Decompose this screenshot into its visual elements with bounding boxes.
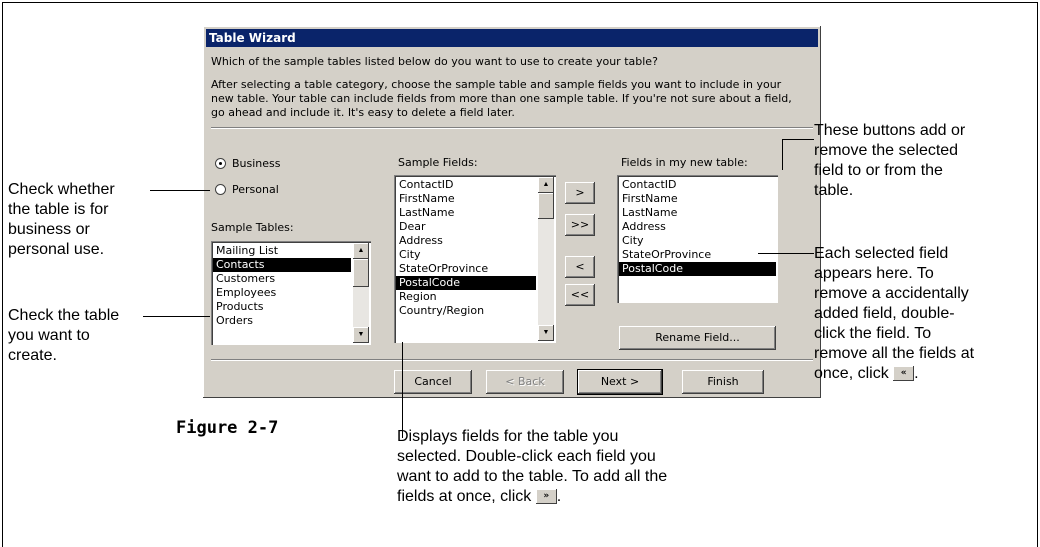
list-item[interactable]: Country/Region (396, 304, 536, 318)
annotation-line: click the field. To (814, 325, 932, 342)
annotation-text: fields at once, click (397, 488, 532, 505)
figure-label: Figure 2-7 (176, 418, 279, 438)
annotation-line: want to add to the table. To add all the (397, 468, 668, 485)
scroll-up-icon[interactable]: ▲ (353, 243, 369, 259)
list-item[interactable]: ContactID (396, 178, 536, 192)
annotation-line: field to or from the (814, 162, 943, 179)
annotation-buttons: These buttons add or remove the selected… (814, 121, 965, 201)
annotation-line: create. (8, 347, 57, 364)
list-item[interactable]: Region (396, 290, 536, 304)
wizard-description: After selecting a table category, choose… (211, 78, 792, 119)
remove-field-button[interactable]: < (565, 256, 595, 278)
remove-all-icon: « (893, 366, 915, 382)
list-item[interactable]: City (619, 234, 776, 248)
list-item[interactable]: LastName (619, 206, 776, 220)
annotation-line: These buttons add or (814, 122, 966, 139)
annotation-line: business or (8, 221, 90, 238)
table-wizard-dialog: Table Wizard Which of the sample tables … (203, 26, 821, 398)
category-radio-group: Business Personal (211, 149, 371, 207)
radio-empty-icon (215, 184, 226, 195)
dialog-title: Table Wizard (206, 29, 818, 47)
list-item[interactable]: Customers (213, 272, 351, 286)
sample-fields-list[interactable]: ContactID FirstName LastName Dear Address Cit… (394, 175, 556, 343)
rename-field-button[interactable]: Rename Field... (619, 326, 776, 350)
list-item[interactable]: Orders (213, 314, 351, 328)
top-divider (211, 127, 813, 129)
list-item[interactable]: PostalCode (619, 262, 776, 276)
annotation-line: personal use. (8, 241, 105, 258)
new-table-fields-list[interactable]: ContactID FirstName LastName Address City Sta… (617, 175, 778, 303)
list-item[interactable]: PostalCode (396, 276, 536, 290)
wizard-question: Which of the sample tables listed below … (211, 55, 658, 68)
list-item[interactable]: Employees (213, 286, 351, 300)
callout-line-sample-fields (402, 342, 403, 438)
annotation-line: remove all the fields at (814, 345, 975, 362)
list-item[interactable]: StateOrProvince (396, 262, 536, 276)
annotation-category: Check whether the table is for business … (8, 180, 115, 260)
annotation-period: . (914, 365, 919, 382)
scroll-down-icon[interactable]: ▼ (538, 325, 554, 341)
add-field-button[interactable]: > (565, 182, 595, 204)
list-item[interactable]: Mailing List (213, 244, 351, 258)
business-radio[interactable]: Business (215, 157, 281, 170)
sample-tables-list[interactable]: Mailing List Contacts Customers Employees Pr… (211, 241, 371, 345)
list-item[interactable]: City (396, 248, 536, 262)
sample-tables-label: Sample Tables: (211, 221, 294, 234)
callout-line-selected-field (758, 253, 814, 254)
list-item[interactable]: LastName (396, 206, 536, 220)
list-item[interactable]: FirstName (396, 192, 536, 206)
annotation-line: Check whether (8, 181, 115, 198)
annotation-line: once, click «. (814, 364, 974, 384)
list-item[interactable]: Dear (396, 220, 536, 234)
annotation-selected-field: Each selected field appears here. To rem… (814, 244, 974, 384)
remove-all-fields-button[interactable]: << (565, 284, 595, 306)
annotation-line: remove a accidentally (814, 285, 969, 302)
callout-line-buttons-vertical (782, 139, 783, 170)
scroll-thumb[interactable] (353, 259, 369, 287)
annotation-line: appears here. To (814, 265, 934, 282)
annotation-line: fields at once, click ». (397, 487, 667, 507)
sample-fields-label: Sample Fields: (398, 156, 478, 169)
list-item[interactable]: Address (619, 220, 776, 234)
annotation-period: . (556, 488, 562, 505)
annotation-line: Each selected field (814, 245, 949, 262)
scroll-down-icon[interactable]: ▼ (353, 327, 369, 343)
bottom-divider (211, 359, 813, 361)
sample-tables-scrollbar[interactable]: ▲ ▼ (353, 243, 369, 343)
scroll-thumb[interactable] (538, 193, 554, 219)
list-item[interactable]: ContactID (619, 178, 776, 192)
personal-label: Personal (232, 183, 279, 196)
list-item[interactable]: Address (396, 234, 536, 248)
annotation-sample-fields: Displays fields for the table you select… (397, 427, 667, 507)
new-table-fields-label: Fields in my new table: (621, 156, 748, 169)
annotation-line: Check the table (8, 307, 120, 324)
annotation-text: once, click (814, 365, 889, 382)
annotation-line: remove the selected (814, 142, 959, 159)
list-item[interactable]: StateOrProvince (619, 248, 776, 262)
annotation-line: Displays fields for the table you (397, 428, 619, 445)
annotation-line: the table is for (8, 201, 109, 218)
radio-selected-icon (215, 158, 226, 169)
list-item[interactable]: Products (213, 300, 351, 314)
business-label: Business (232, 157, 281, 170)
callout-line-table (143, 316, 210, 317)
annotation-line: added field, double- (814, 305, 955, 322)
finish-button[interactable]: Finish (682, 370, 764, 394)
cancel-button[interactable]: Cancel (394, 370, 472, 394)
scroll-up-icon[interactable]: ▲ (538, 177, 554, 193)
annotation-line: table. (814, 182, 854, 199)
list-item[interactable]: FirstName (619, 192, 776, 206)
next-button[interactable]: Next > (577, 369, 663, 395)
callout-line-buttons (782, 139, 814, 140)
callout-line-category (150, 190, 210, 191)
personal-radio[interactable]: Personal (215, 183, 279, 196)
annotation-line: you want to (8, 327, 90, 344)
back-button[interactable]: < Back (486, 370, 564, 394)
add-all-fields-button[interactable]: >> (565, 214, 595, 236)
annotation-table: Check the table you want to create. (8, 306, 119, 366)
list-item[interactable]: Contacts (213, 258, 351, 272)
sample-fields-scrollbar[interactable]: ▲ ▼ (538, 177, 554, 341)
annotation-line: selected. Double-click each field you (397, 448, 656, 465)
add-all-icon: » (535, 489, 557, 505)
